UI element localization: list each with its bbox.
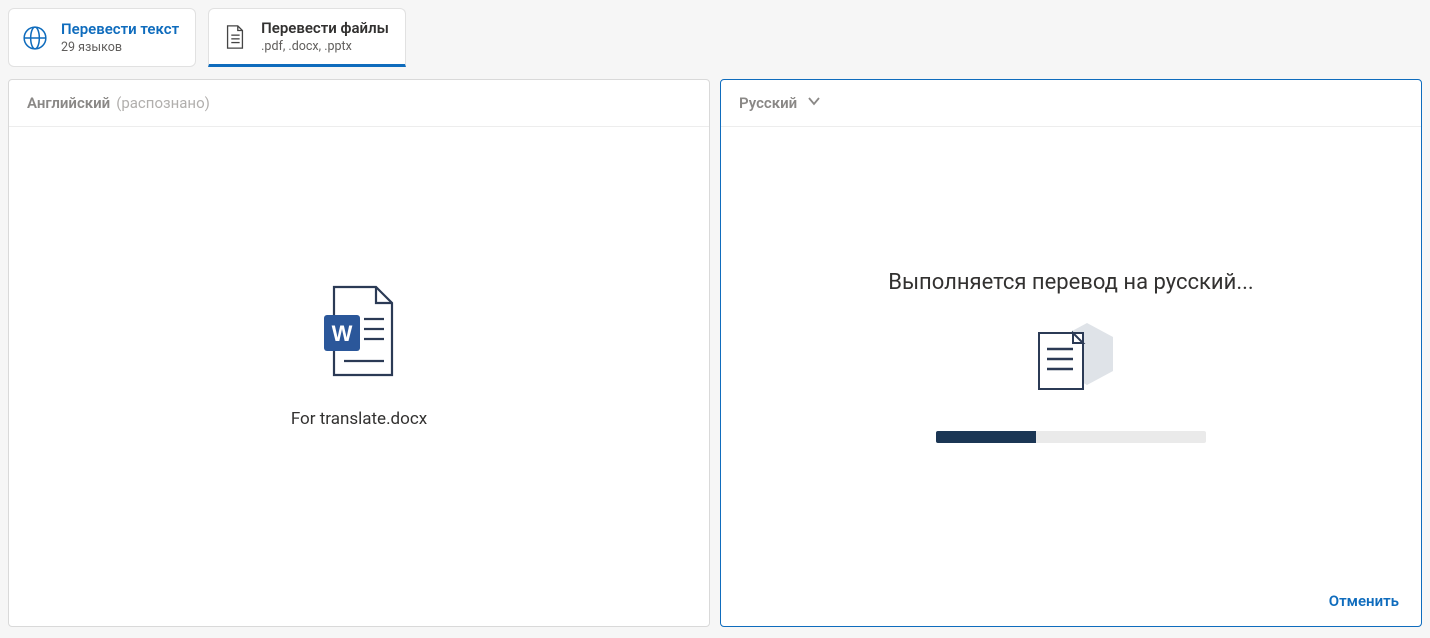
target-panel: Русский Выполняется перевод на русский..… bbox=[720, 79, 1422, 627]
source-panel: Английский (распознано) W bbox=[8, 79, 710, 627]
tab-text-title: Перевести текст bbox=[61, 20, 179, 38]
tab-files-sub: .pdf, .docx, .pptx bbox=[261, 39, 389, 54]
source-lang-label: Английский bbox=[27, 94, 110, 112]
cancel-button[interactable]: Отменить bbox=[1329, 592, 1399, 610]
target-lang-header[interactable]: Русский bbox=[721, 80, 1421, 127]
tab-files-title: Перевести файлы bbox=[261, 19, 389, 37]
word-document-icon: W bbox=[320, 285, 398, 381]
tab-translate-text[interactable]: Перевести текст 29 языков bbox=[8, 8, 196, 67]
chevron-down-icon bbox=[807, 94, 821, 112]
source-filename: For translate.docx bbox=[291, 409, 427, 429]
translation-status: Выполняется перевод на русский... bbox=[888, 270, 1253, 295]
document-icon bbox=[221, 24, 249, 50]
globe-icon bbox=[21, 25, 49, 51]
source-lang-header[interactable]: Английский (распознано) bbox=[9, 80, 709, 127]
mode-tabs: Перевести текст 29 языков Перевести файл… bbox=[0, 0, 1430, 67]
target-lang-label: Русский bbox=[739, 94, 797, 112]
svg-text:W: W bbox=[332, 321, 353, 346]
tab-text-sub: 29 языков bbox=[61, 40, 179, 55]
source-lang-meta: (распознано) bbox=[116, 94, 210, 112]
document-loading-icon bbox=[1025, 319, 1117, 407]
progress-fill bbox=[936, 431, 1036, 443]
progress-bar bbox=[936, 431, 1206, 443]
tab-translate-files[interactable]: Перевести файлы .pdf, .docx, .pptx bbox=[208, 8, 406, 67]
